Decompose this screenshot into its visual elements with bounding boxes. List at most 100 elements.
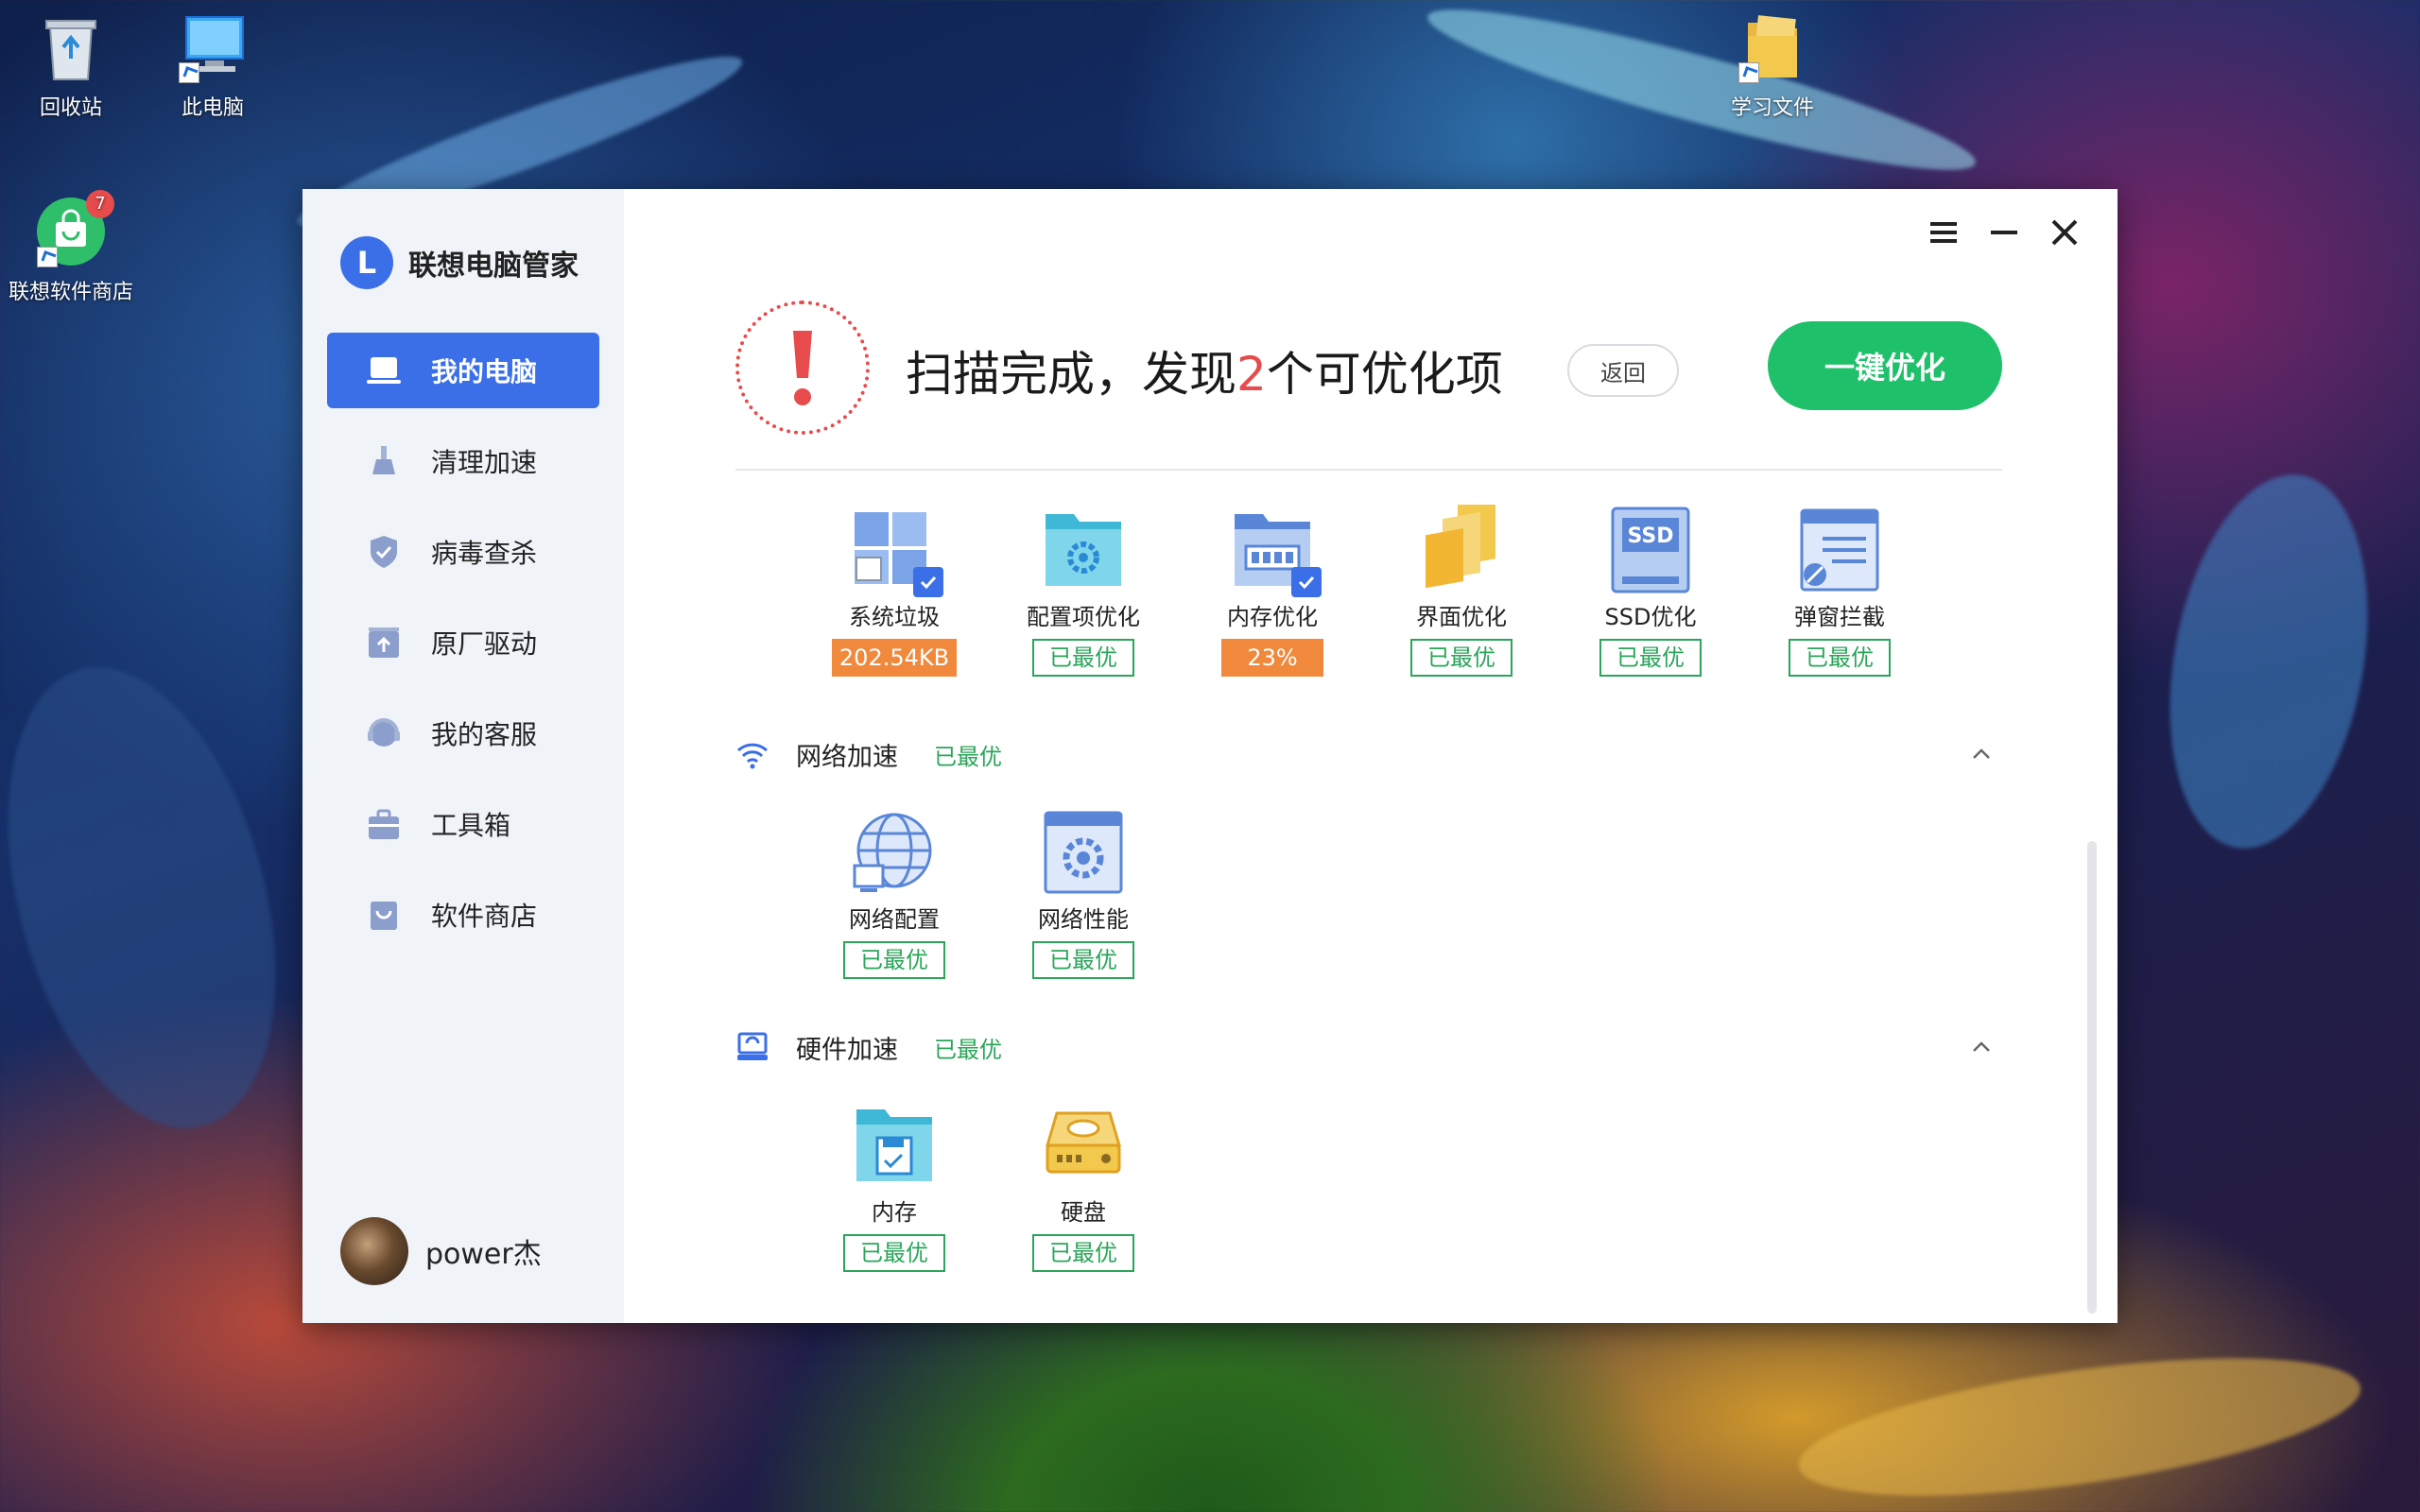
system-items-row: 系统垃圾 202.54KB 配置项优化 已最优 内存优化 23% 界面优化 已最… [800,498,1934,677]
menu-icon[interactable] [1928,217,1959,248]
sidebar: L 联想电脑管家 我的电脑 清理加速 病毒查杀 原厂驱动 我的客服 工具箱 软件… [302,189,624,1323]
section-network[interactable]: 网络加速 已最优 [735,735,2002,773]
avatar [340,1217,408,1285]
section-title: 网络加速 [796,742,898,772]
status-badge: 已最优 [1410,639,1512,677]
back-button[interactable]: 返回 [1567,344,1679,397]
item-interface-optimize[interactable]: 界面优化 已最优 [1367,498,1556,677]
sidebar-item-toolbox[interactable]: 工具箱 [327,786,599,862]
store-bag-icon: 7 [33,190,114,269]
item-label: 界面优化 [1416,604,1507,630]
config-folder-icon [1038,505,1129,595]
status-badge: 已最优 [1032,639,1134,677]
sidebar-item-drivers[interactable]: 原厂驱动 [327,605,599,680]
shortcut-arrow-icon [37,247,58,267]
main-panel: 扫描完成，发现2个可优化项 返回 一键优化 系统垃圾 202.54KB 配置项优… [624,189,2118,1323]
item-ssd-optimize[interactable]: SSD SSD优化 已最优 [1556,505,1745,677]
scan-result-header: 扫描完成，发现2个可优化项 返回 一键优化 [735,301,2002,471]
brand-name: 联想电脑管家 [408,249,579,283]
chevron-up-icon[interactable] [1970,1036,1993,1062]
desktop-icon-label: 学习文件 [1730,96,1814,120]
item-label: 系统垃圾 [849,604,940,630]
item-label: 网络配置 [849,906,940,933]
window-controls [1928,217,2080,248]
headset-icon [365,714,403,752]
hard-disk-icon [1038,1100,1129,1191]
upload-box-icon [365,624,403,662]
brand: L 联想电脑管家 [340,236,579,289]
one-click-optimize-button[interactable]: 一键优化 [1768,321,2002,410]
hardware-drive-icon [735,1030,769,1064]
network-gear-icon [1038,807,1129,898]
shortcut-arrow-icon [1738,62,1759,83]
sidebar-item-label: 原厂驱动 [431,628,538,660]
globe-icon [849,807,940,898]
section-status: 已最优 [934,1036,1002,1063]
laptop-icon [365,352,403,389]
status-badge: 已最优 [1032,941,1134,979]
computer-icon [175,9,251,85]
user-profile[interactable]: power杰 [340,1217,542,1285]
status-badge: 已最优 [1599,639,1702,677]
sidebar-item-antivirus[interactable]: 病毒查杀 [327,514,599,590]
desktop-icon-recycle-bin[interactable]: 回收站 [0,9,142,121]
brand-logo-icon: L [340,236,393,289]
item-label: 网络性能 [1038,906,1129,933]
desktop-icon-label: 此电脑 [181,96,244,120]
notification-badge: 7 [86,190,114,218]
desktop-icon-label: 联想软件商店 [8,281,133,304]
sidebar-item-support[interactable]: 我的客服 [327,696,599,771]
section-title: 硬件加速 [796,1035,898,1065]
desktop-icon-lenovo-store[interactable]: 7 联想软件商店 [0,190,142,305]
item-memory-optimize[interactable]: 内存优化 23% [1178,505,1367,677]
item-popup-block[interactable]: 弹窗拦截 已最优 [1745,505,1934,677]
hardware-items-row: 内存 已最优 硬盘 已最优 [800,1100,1178,1272]
recycle-bin-icon [33,9,109,85]
toolbox-icon [365,805,403,843]
wallpaper-stroke [0,637,322,1159]
shortcut-arrow-icon [179,62,199,83]
sidebar-item-my-computer[interactable]: 我的电脑 [327,333,599,408]
user-name: power杰 [425,1238,542,1271]
sidebar-item-clean[interactable]: 清理加速 [327,423,599,499]
memory-chip-icon [1227,505,1322,597]
check-icon [913,567,943,597]
store-bag-icon [365,896,403,934]
minimize-icon[interactable] [1989,217,2019,248]
interface-pages-icon [1416,498,1507,595]
desktop-icon-study-folder[interactable]: 学习文件 [1702,9,1843,121]
section-status: 已最优 [934,743,1002,770]
chevron-up-icon[interactable] [1970,743,1993,769]
check-icon [1291,567,1322,597]
desktop-icon-label: 回收站 [39,96,102,120]
item-memory[interactable]: 内存 已最优 [800,1100,989,1272]
scrollbar[interactable] [2087,841,2097,1314]
item-hard-disk[interactable]: 硬盘 已最优 [989,1100,1178,1272]
item-network-performance[interactable]: 网络性能 已最优 [989,807,1178,979]
alert-icon [735,301,870,435]
status-badge: 已最优 [1032,1234,1134,1272]
close-icon[interactable] [2049,217,2080,248]
item-config-optimize[interactable]: 配置项优化 已最优 [989,505,1178,677]
shield-icon [365,533,403,571]
item-label: SSD优化 [1604,604,1697,630]
memory-folder-icon [849,1100,940,1191]
sidebar-item-label: 清理加速 [431,447,538,478]
section-hardware[interactable]: 硬件加速 已最优 [735,1028,2002,1066]
item-label: 弹窗拦截 [1794,604,1885,630]
item-label: 配置项优化 [1027,604,1140,630]
sidebar-item-label: 软件商店 [431,901,538,932]
network-items-row: 网络配置 已最优 网络性能 已最优 [800,807,1178,979]
item-network-config[interactable]: 网络配置 已最优 [800,807,989,979]
sidebar-item-label: 我的电脑 [431,356,538,387]
popup-block-icon [1794,505,1885,595]
scan-title: 扫描完成，发现2个可优化项 [906,347,1503,402]
item-label: 硬盘 [1061,1199,1106,1226]
svg-text:SSD: SSD [1628,524,1674,548]
status-badge: 已最优 [843,941,945,979]
folder-icon [1735,9,1810,85]
desktop-icon-this-pc[interactable]: 此电脑 [142,9,284,121]
item-label: 内存 [872,1199,917,1226]
item-system-junk[interactable]: 系统垃圾 202.54KB [800,505,989,677]
sidebar-item-store[interactable]: 软件商店 [327,877,599,953]
